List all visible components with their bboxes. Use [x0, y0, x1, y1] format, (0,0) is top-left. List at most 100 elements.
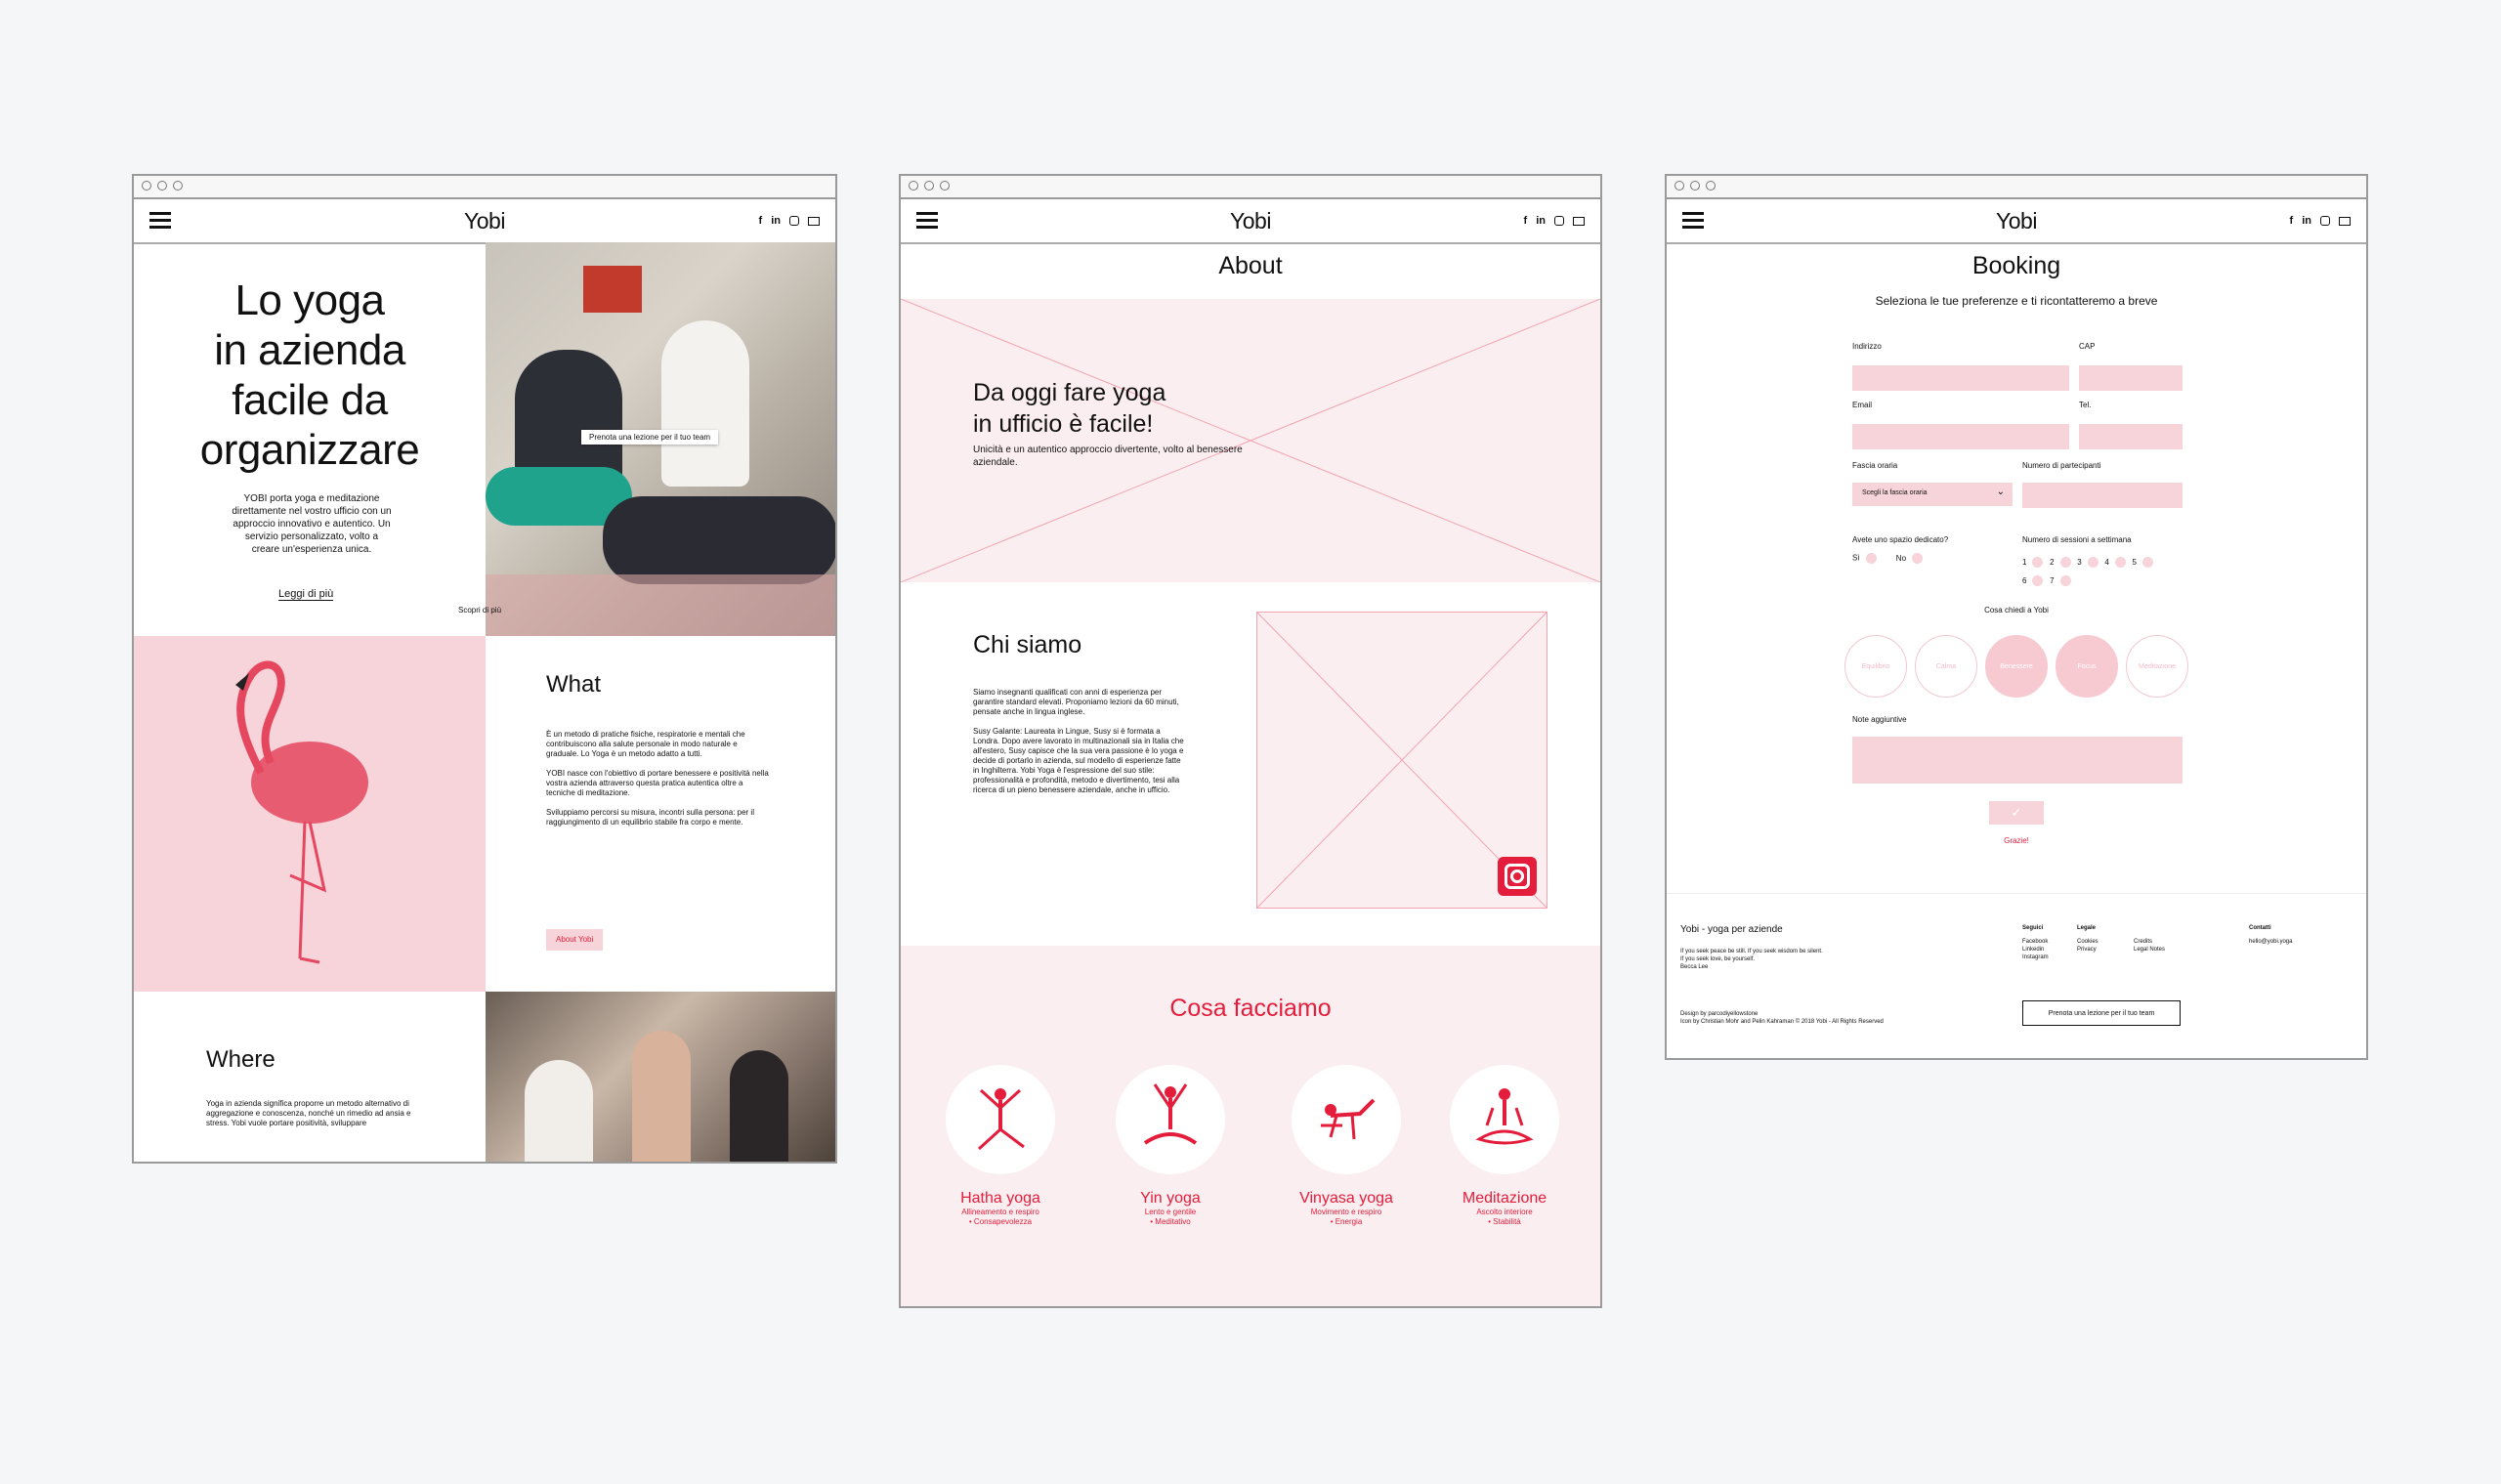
participants-input[interactable] — [2022, 483, 2183, 508]
about-yobi-button[interactable]: About Yobi — [546, 929, 604, 951]
session-5-radio[interactable] — [2141, 557, 2153, 569]
what-text: È un metodo di pratiche fisiche, respira… — [546, 730, 769, 827]
page-title: Booking — [1971, 252, 2061, 279]
tel-input[interactable] — [2079, 424, 2183, 449]
linkedin-icon[interactable]: in — [771, 215, 781, 227]
window-maximize-button[interactable] — [173, 181, 183, 191]
footer-email-link[interactable]: hello@yobi.yoga — [2249, 938, 2292, 946]
site-header: Yobi f in — [901, 199, 1600, 244]
tel-label: Tel. — [2079, 401, 2092, 409]
hero-photo: Prenota una lezione per il tuo team — [486, 242, 835, 636]
footer-instagram-link[interactable]: Instagram — [2022, 954, 2049, 961]
window-minimize-button[interactable] — [924, 181, 934, 191]
window-close-button[interactable] — [1674, 181, 1684, 191]
hatha-yoga-icon — [946, 1065, 1055, 1174]
window-chrome — [1667, 176, 2366, 199]
browser-window-booking: Yobi f in Booking Seleziona le tue prefe… — [1665, 174, 2368, 1060]
session-4-radio[interactable] — [2114, 557, 2126, 569]
site-header: Yobi f in — [1667, 199, 2366, 244]
footer-facebook-link[interactable]: Facebook — [2022, 938, 2049, 946]
slot-select[interactable]: Scegli la fascia oraria ⌄ — [1852, 483, 2013, 506]
book-lesson-button[interactable]: Prenota una lezione per il tuo team — [581, 430, 719, 445]
site-logo[interactable]: Yobi — [901, 208, 1600, 234]
who-image-placeholder — [1256, 612, 1547, 909]
sessions-options: 1 2 3 4 5 6 7 — [2022, 553, 2188, 590]
ask-option-equilibrio[interactable]: Equilibrio — [1844, 635, 1907, 698]
who-title: Chi siamo — [973, 631, 1082, 658]
about-hero-title: Da oggi fare yoga in ufficio è facile! — [973, 379, 1166, 438]
window-maximize-button[interactable] — [940, 181, 950, 191]
slot-select-value: Scegli la fascia oraria — [1862, 489, 1928, 496]
space-label: Avete uno spazio dedicato? — [1852, 535, 1949, 544]
services-section: Cosa facciamo Hatha yoga Allineamento e … — [901, 946, 1600, 1306]
linkedin-icon[interactable]: in — [2302, 215, 2311, 227]
discover-link[interactable]: Scopri di più — [458, 606, 501, 615]
ask-option-meditazione[interactable]: Meditazione — [2126, 635, 2188, 698]
window-close-button[interactable] — [142, 181, 151, 191]
where-title: Where — [206, 1046, 276, 1073]
footer-credits-link[interactable]: Credits — [2134, 938, 2165, 946]
session-7-radio[interactable] — [2059, 575, 2071, 587]
ask-option-focus[interactable]: Focus — [2056, 635, 2118, 698]
window-maximize-button[interactable] — [1706, 181, 1716, 191]
ask-option-benessere[interactable]: Benessere — [1985, 635, 2048, 698]
session-1-radio[interactable] — [2032, 557, 2044, 569]
photo-decor — [583, 266, 642, 313]
footer-privacy-link[interactable]: Privacy — [2077, 946, 2098, 954]
footer-cookies-link[interactable]: Cookies — [2077, 938, 2098, 946]
site-logo[interactable]: Yobi — [1667, 208, 2366, 234]
email-label: Email — [1852, 401, 1873, 409]
window-close-button[interactable] — [909, 181, 918, 191]
ask-option-calma[interactable]: Calma — [1915, 635, 1977, 698]
instagram-icon[interactable] — [1554, 216, 1564, 226]
mail-icon[interactable] — [2339, 216, 2351, 226]
facebook-icon[interactable]: f — [759, 215, 763, 227]
social-links: f in — [759, 215, 820, 227]
window-minimize-button[interactable] — [1690, 181, 1700, 191]
instagram-icon[interactable] — [1498, 857, 1537, 896]
flamingo-illustration-panel — [134, 636, 486, 992]
submit-button[interactable]: ✓ — [1989, 801, 2044, 825]
instagram-icon[interactable] — [2320, 216, 2330, 226]
footer-quote: If you seek peace be still. If you seek … — [1680, 949, 1823, 970]
read-more-link[interactable]: Leggi di più — [278, 588, 334, 601]
hero-text-block: Lo yoga in azienda facile da organizzare… — [134, 242, 486, 636]
footer-divider — [1667, 893, 2366, 894]
photo-person-b — [632, 1031, 691, 1162]
footer-linkedin-link[interactable]: Linkedin — [2022, 946, 2049, 954]
cap-label: CAP — [2079, 342, 2096, 351]
session-6-radio[interactable] — [2032, 575, 2044, 587]
mail-icon[interactable] — [1573, 216, 1585, 226]
email-input[interactable] — [1852, 424, 2069, 449]
what-section: What È un metodo di pratiche fisiche, re… — [486, 636, 835, 992]
space-no-label: No — [1895, 553, 1907, 563]
mail-icon[interactable] — [808, 216, 820, 226]
session-2-label: 2 — [2050, 558, 2055, 567]
window-chrome — [134, 176, 835, 199]
space-yes-label: Sì — [1852, 553, 1860, 563]
footer-legal-notes-link[interactable]: Legal Notes — [2134, 946, 2165, 954]
session-2-radio[interactable] — [2059, 557, 2071, 569]
who-section: Chi siamo Siamo insegnanti qualificati c… — [901, 582, 1600, 914]
cap-input[interactable] — [2079, 365, 2183, 391]
notes-textarea[interactable] — [1852, 737, 2183, 784]
instagram-icon[interactable] — [789, 216, 799, 226]
notes-label: Note aggiuntive — [1852, 715, 1907, 724]
photo-person-2 — [661, 320, 749, 487]
facebook-icon[interactable]: f — [1524, 215, 1528, 227]
meditation-icon — [1450, 1065, 1559, 1174]
linkedin-icon[interactable]: in — [1536, 215, 1546, 227]
photo-mat — [486, 574, 835, 636]
window-minimize-button[interactable] — [157, 181, 167, 191]
service-yin: Yin yoga Lento e gentile • Meditativo — [1140, 1190, 1201, 1226]
space-no-radio[interactable] — [1912, 553, 1924, 564]
site-logo[interactable]: Yobi — [134, 208, 835, 234]
facebook-icon[interactable]: f — [2290, 215, 2294, 227]
booking-subtitle: Seleziona le tue preferenze e ti riconta… — [1875, 294, 2158, 308]
address-input[interactable] — [1852, 365, 2069, 391]
thanks-message: Grazie! — [2004, 836, 2029, 845]
space-yes-radio[interactable] — [1865, 553, 1877, 564]
footer-book-button[interactable]: Prenota una lezione per il tuo team — [2022, 1000, 2181, 1026]
session-3-radio[interactable] — [2087, 557, 2098, 569]
footer-follow: Seguici Facebook Linkedin Instagram — [2022, 925, 2049, 961]
